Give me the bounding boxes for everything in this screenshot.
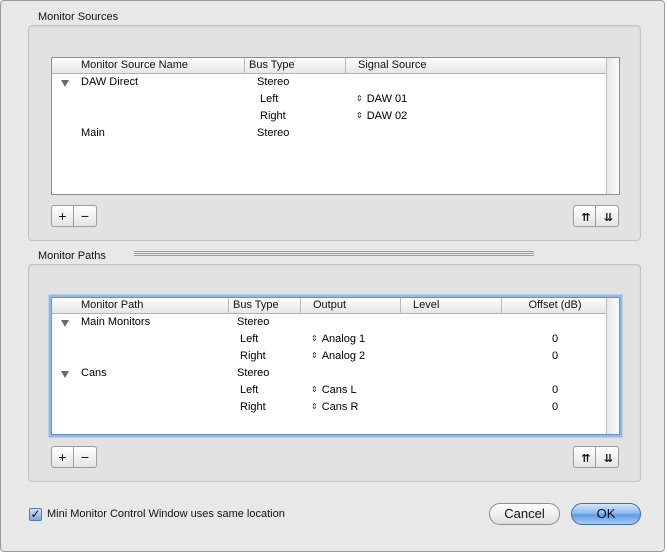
col-offset-db[interactable]: Offset (dB) [502, 298, 608, 314]
monitor-paths-table[interactable]: Monitor Path Bus Type Output Level Offse… [51, 297, 620, 435]
output-value: Analog 1 [321, 333, 366, 345]
path-name: Main Monitors [81, 316, 151, 328]
path-bus-type: Left [240, 333, 259, 345]
updown-arrows-icon: ⇕ [356, 111, 363, 120]
updown-arrows-icon: ⇕ [356, 94, 363, 103]
source-bus-type: Stereo [257, 127, 290, 139]
output-popup[interactable]: ⇕ Analog 1 [311, 331, 365, 348]
split-view-divider[interactable] [134, 251, 534, 256]
col-output[interactable]: Output [301, 298, 401, 314]
disclosure-triangle-icon[interactable] [61, 80, 69, 87]
output-value: Analog 2 [321, 350, 366, 362]
source-bus-type: Right [260, 110, 286, 122]
offset-value[interactable]: 0 [502, 331, 608, 348]
path-bus-type: Left [240, 384, 259, 396]
move-up-icon: ⇈ [581, 212, 590, 224]
offset-value[interactable]: 0 [502, 399, 608, 416]
table-row[interactable]: Left ⇕ Analog 1 0 [52, 331, 606, 348]
move-source-up-button[interactable]: ⇈ [573, 205, 596, 227]
updown-arrows-icon: ⇕ [311, 334, 318, 343]
monitor-sources-header: Monitor Source Name Bus Type Signal Sour… [52, 58, 606, 74]
updown-arrows-icon: ⇕ [311, 402, 318, 411]
signal-source-popup[interactable]: ⇕ DAW 01 [356, 91, 407, 108]
mini-window-label[interactable]: Mini Monitor Control Window uses same lo… [47, 508, 285, 520]
output-value: Cans L [321, 384, 357, 396]
path-name: Cans [81, 367, 107, 379]
table-row[interactable]: Right ⇕ Cans R 0 [52, 399, 606, 416]
col-monitor-source-name[interactable]: Monitor Source Name [52, 58, 245, 74]
col-level[interactable]: Level [401, 298, 502, 314]
add-path-button[interactable]: + [51, 446, 74, 468]
vertical-scrollbar[interactable] [606, 58, 619, 194]
output-popup[interactable]: ⇕ Analog 2 [311, 348, 365, 365]
ok-button[interactable]: OK [571, 503, 641, 525]
col-monitor-path[interactable]: Monitor Path [52, 298, 229, 314]
table-row[interactable]: Cans Stereo [52, 365, 606, 382]
offset-value[interactable]: 0 [502, 382, 608, 399]
output-value: Cans R [321, 401, 359, 413]
table-row[interactable]: Left ⇕ DAW 01 [52, 91, 606, 108]
path-bus-type: Stereo [237, 367, 270, 379]
offset-value[interactable]: 0 [502, 348, 608, 365]
source-name: Main [81, 127, 105, 139]
move-up-icon: ⇈ [581, 453, 590, 465]
add-source-button[interactable]: + [51, 205, 74, 227]
col-signal-source[interactable]: Signal Source [346, 58, 608, 74]
table-row[interactable]: Right ⇕ DAW 02 [52, 108, 606, 125]
monitor-paths-group: Monitor Path Bus Type Output Level Offse… [28, 264, 641, 482]
disclosure-triangle-icon[interactable] [61, 320, 69, 327]
move-down-icon: ⇊ [603, 453, 613, 465]
source-name: DAW Direct [81, 76, 139, 88]
vertical-scrollbar[interactable] [606, 298, 619, 434]
source-bus-type: Left [260, 93, 279, 105]
table-row[interactable]: DAW Direct Stereo [52, 74, 606, 91]
monitor-paths-header: Monitor Path Bus Type Output Level Offse… [52, 298, 606, 314]
move-source-down-button[interactable]: ⇊ [596, 205, 619, 227]
move-path-down-button[interactable]: ⇊ [596, 446, 619, 468]
col-bus-type[interactable]: Bus Type [245, 58, 346, 74]
monitor-sources-group: Monitor Source Name Bus Type Signal Sour… [28, 25, 641, 241]
path-bus-type: Right [240, 350, 266, 362]
signal-source-value: DAW 02 [366, 110, 408, 122]
monitor-setup-window: Monitor Sources Monitor Source Name Bus … [0, 0, 665, 552]
table-row[interactable]: Left ⇕ Cans L 0 [52, 382, 606, 399]
col-bus-type[interactable]: Bus Type [229, 298, 301, 314]
output-popup[interactable]: ⇕ Cans R [311, 399, 358, 416]
monitor-sources-table[interactable]: Monitor Source Name Bus Type Signal Sour… [51, 57, 620, 195]
updown-arrows-icon: ⇕ [311, 385, 318, 394]
signal-source-popup[interactable]: ⇕ DAW 02 [356, 108, 407, 125]
table-row[interactable]: Right ⇕ Analog 2 0 [52, 348, 606, 365]
signal-source-value: DAW 01 [366, 93, 408, 105]
path-bus-type: Stereo [237, 316, 270, 328]
remove-path-button[interactable]: − [74, 446, 97, 468]
monitor-sources-title: Monitor Sources [38, 11, 119, 23]
checkmark-icon: ✓ [30, 507, 41, 521]
updown-arrows-icon: ⇕ [311, 351, 318, 360]
move-down-icon: ⇊ [603, 212, 613, 224]
mini-window-checkbox[interactable]: ✓ [29, 508, 42, 521]
disclosure-triangle-icon[interactable] [61, 371, 69, 378]
table-row[interactable]: Main Monitors Stereo [52, 314, 606, 331]
cancel-button[interactable]: Cancel [489, 503, 560, 525]
output-popup[interactable]: ⇕ Cans L [311, 382, 357, 399]
move-path-up-button[interactable]: ⇈ [573, 446, 596, 468]
path-bus-type: Right [240, 401, 266, 413]
remove-source-button[interactable]: − [74, 205, 97, 227]
monitor-paths-title: Monitor Paths [38, 250, 106, 262]
source-bus-type: Stereo [257, 76, 290, 88]
table-row[interactable]: Main Stereo [52, 125, 606, 142]
